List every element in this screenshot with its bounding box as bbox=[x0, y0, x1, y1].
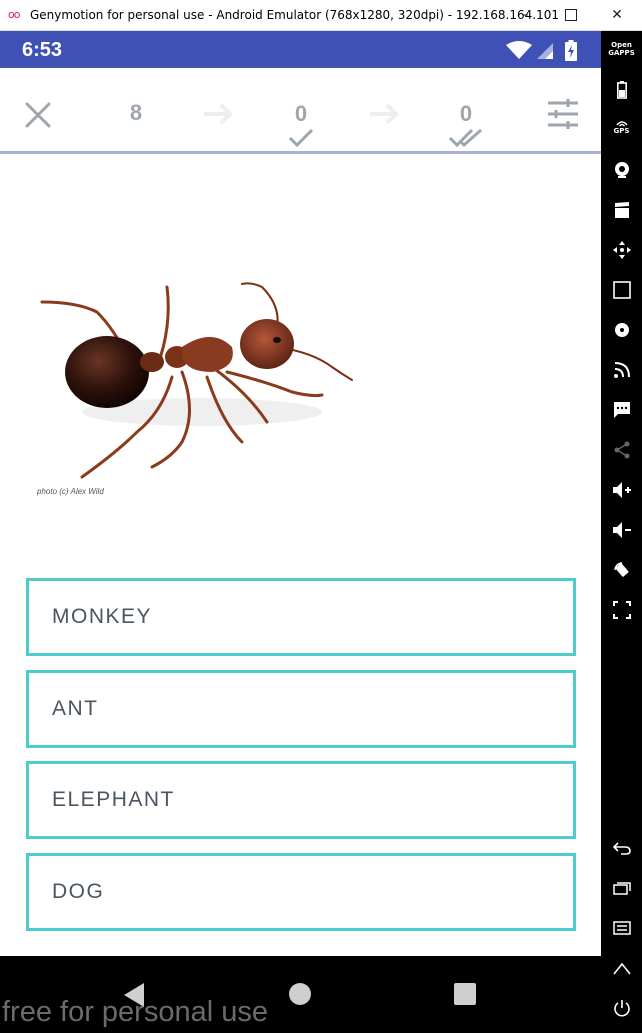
volume-up-button[interactable] bbox=[601, 481, 642, 511]
maximize-icon bbox=[565, 9, 577, 21]
share-button[interactable] bbox=[601, 441, 642, 471]
emu-recent-button[interactable] bbox=[601, 881, 642, 911]
disk-io-button[interactable] bbox=[601, 321, 642, 351]
android-status-bar: 6:53 bbox=[0, 31, 601, 68]
ant-photo bbox=[40, 282, 353, 479]
rotate-button[interactable] bbox=[601, 561, 642, 591]
disk-icon bbox=[614, 323, 629, 337]
emu-home-button[interactable] bbox=[601, 961, 642, 991]
sms-button[interactable] bbox=[601, 401, 642, 431]
arrow-right-icon bbox=[370, 103, 399, 125]
check-icon bbox=[288, 128, 314, 148]
battery-charging-icon bbox=[565, 40, 577, 61]
answer-option-monkey[interactable]: MONKEY bbox=[26, 578, 576, 656]
clapperboard-icon bbox=[614, 202, 629, 218]
wifi-icon bbox=[506, 41, 532, 59]
quiz-content: photo (c) Alex Wild MONKEY ANT ELEPHANT … bbox=[0, 154, 601, 956]
id-icon bbox=[612, 281, 631, 299]
webcam-button[interactable] bbox=[601, 161, 642, 191]
cell-signal-icon bbox=[537, 43, 553, 59]
capture-button[interactable] bbox=[601, 201, 642, 231]
settings-sliders-icon[interactable] bbox=[546, 98, 580, 130]
dpad-move-icon bbox=[612, 241, 631, 259]
volume-up-icon bbox=[612, 482, 631, 498]
back-arrow-icon bbox=[612, 842, 631, 855]
battery-button[interactable] bbox=[601, 81, 642, 111]
recent-icon bbox=[612, 882, 631, 895]
window-title: Genymotion for personal use - Android Em… bbox=[30, 8, 559, 22]
dpad-button[interactable] bbox=[601, 241, 642, 271]
message-icon bbox=[613, 402, 630, 418]
fullscreen-icon bbox=[612, 601, 631, 619]
pixel-perfect-button[interactable] bbox=[601, 601, 642, 631]
minimize-button[interactable]: – bbox=[502, 0, 548, 31]
answer-option-dog[interactable]: DOG bbox=[26, 853, 576, 931]
genymotion-logo-icon: oo bbox=[8, 8, 21, 21]
device-id-button[interactable] bbox=[601, 281, 642, 311]
learned-count: 0 bbox=[294, 101, 308, 126]
answer-option-ant[interactable]: ANT bbox=[26, 670, 576, 748]
recent-apps-icon[interactable] bbox=[454, 983, 476, 1005]
photo-credit: photo (c) Alex Wild bbox=[37, 487, 104, 496]
gps-icon bbox=[615, 121, 628, 127]
rotate-icon bbox=[613, 562, 629, 577]
emu-power-button[interactable] bbox=[601, 999, 642, 1029]
double-check-icon bbox=[448, 128, 482, 148]
maximize-button[interactable] bbox=[548, 0, 594, 31]
opengapps-label: Open GAPPS bbox=[608, 41, 635, 57]
share-icon bbox=[614, 441, 629, 459]
rss-icon bbox=[613, 362, 630, 378]
gps-label: GPS bbox=[613, 127, 630, 135]
battery-icon bbox=[616, 81, 627, 99]
watermark-text: free for personal use bbox=[2, 996, 268, 1028]
emu-menu-button[interactable] bbox=[601, 921, 642, 951]
close-icon[interactable] bbox=[24, 101, 52, 129]
status-time: 6:53 bbox=[22, 39, 63, 61]
total-words-count: 8 bbox=[129, 100, 143, 125]
close-window-button[interactable]: ✕ bbox=[594, 0, 640, 31]
webcam-icon bbox=[614, 162, 629, 178]
opengapps-button[interactable]: Open GAPPS bbox=[601, 41, 642, 71]
home-icon[interactable] bbox=[289, 983, 311, 1005]
android-nav-bar: free for personal use bbox=[0, 956, 601, 1033]
emulator-side-panel: Open GAPPS GPS bbox=[601, 31, 642, 1033]
home-outline-icon bbox=[612, 962, 631, 975]
volume-down-icon bbox=[612, 522, 631, 538]
window-titlebar: oo Genymotion for personal use - Android… bbox=[0, 0, 642, 31]
arrow-right-icon bbox=[204, 103, 233, 125]
quiz-toolbar: 8 0 0 bbox=[0, 68, 601, 154]
emu-back-button[interactable] bbox=[601, 841, 642, 871]
answer-option-elephant[interactable]: ELEPHANT bbox=[26, 761, 576, 839]
network-button[interactable] bbox=[601, 361, 642, 391]
gps-button[interactable]: GPS bbox=[601, 119, 642, 149]
mastered-count: 0 bbox=[459, 101, 473, 126]
menu-icon bbox=[612, 921, 631, 935]
power-icon bbox=[613, 1000, 630, 1017]
volume-down-button[interactable] bbox=[601, 521, 642, 551]
